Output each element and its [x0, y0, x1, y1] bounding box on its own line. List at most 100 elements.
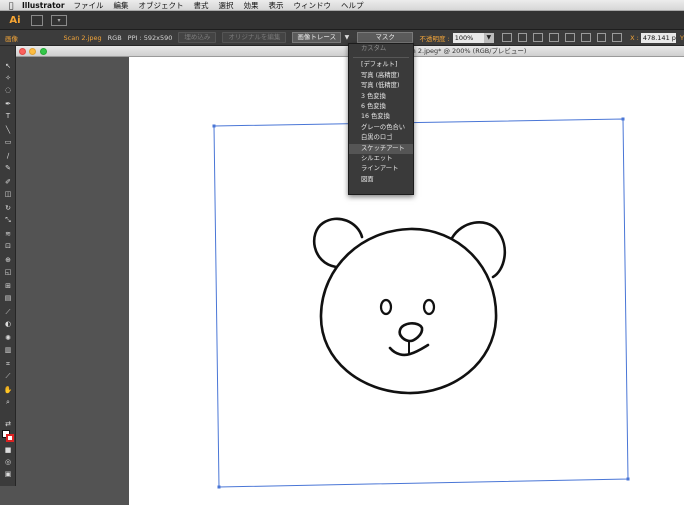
bounding-box-handle	[621, 117, 625, 121]
trace-preset-dropdown-icon[interactable]: ▼	[342, 34, 352, 41]
perspective-grid-tool-icon[interactable]: ◱	[3, 268, 13, 277]
menu-separator	[353, 57, 409, 59]
edit-original-button[interactable]: オリジナルを編集	[222, 32, 287, 43]
eraser-tool-icon[interactable]: ◫	[3, 190, 13, 199]
bear-sketch	[313, 217, 507, 395]
mask-button[interactable]: マスク	[356, 32, 414, 43]
trace-preset-shades-of-gray[interactable]: グレーの色合い	[349, 123, 413, 133]
opacity-input[interactable]: 100%	[452, 32, 484, 43]
x-position-input[interactable]: 478.141 p	[640, 32, 676, 43]
zoom-window-icon[interactable]	[40, 48, 47, 55]
rotate-tool-icon[interactable]: ↻	[3, 204, 13, 213]
align-middle-icon[interactable]	[580, 33, 591, 42]
application-bar: Ai ▾	[0, 11, 684, 30]
tools-panel: ↖ ✧ ◌ ✒ T ╲ ▭ ∕ ✎ ✐ ◫ ↻ ⤡ ≋ ⊡ ⊕ ◱ ⊞ ▤ ⟋ …	[0, 46, 16, 486]
menu-edit[interactable]: 編集	[114, 0, 129, 11]
bear-right-eye	[422, 298, 436, 316]
trace-preset-3-colors[interactable]: 3 色変換	[349, 92, 413, 102]
arrange-documents-icon[interactable]: ▾	[51, 14, 67, 26]
trace-preset-low-fidelity-photo[interactable]: 写真 (低精度)	[349, 81, 413, 91]
bounding-box-handle	[212, 124, 216, 128]
bridge-icon[interactable]	[31, 14, 43, 26]
opacity-label[interactable]: 不透明度 :	[419, 33, 449, 43]
trace-preset-6-colors[interactable]: 6 色変換	[349, 102, 413, 112]
linked-file-link[interactable]: Scan 2.jpeg	[64, 34, 102, 42]
fill-stroke-swatch[interactable]	[2, 430, 14, 442]
bounding-box-handle	[217, 485, 221, 489]
hand-tool-icon[interactable]: ✋	[3, 386, 13, 395]
bear-head	[319, 227, 498, 395]
align-bottom-icon[interactable]	[596, 33, 607, 42]
zoom-tool-icon[interactable]: ⌕	[3, 398, 13, 407]
mesh-tool-icon[interactable]: ⊞	[3, 282, 13, 291]
magic-wand-tool-icon[interactable]: ✧	[3, 74, 13, 83]
embed-button[interactable]: 埋め込み	[178, 32, 217, 43]
swap-fill-stroke-icon[interactable]: ⇄	[3, 420, 13, 429]
trace-preset-high-fidelity-photo[interactable]: 写真 (高精度)	[349, 71, 413, 81]
gradient-tool-icon[interactable]: ▤	[3, 294, 13, 303]
menu-type[interactable]: 書式	[194, 0, 209, 11]
paintbrush-tool-icon[interactable]: ∕	[3, 152, 13, 161]
column-graph-tool-icon[interactable]: ▥	[3, 346, 13, 355]
trace-preset-sketched-art[interactable]: スケッチアート	[349, 143, 413, 154]
menu-help[interactable]: ヘルプ	[341, 0, 364, 11]
close-window-icon[interactable]	[19, 48, 26, 55]
lasso-tool-icon[interactable]: ◌	[3, 86, 13, 95]
pencil-tool-icon[interactable]: ✎	[3, 164, 13, 173]
slice-tool-icon[interactable]: ⟋	[3, 372, 13, 381]
selection-tool-icon[interactable]: ↖	[3, 62, 13, 71]
menu-object[interactable]: オブジェクト	[139, 0, 184, 11]
trace-preset-menu: カスタム [デフォルト] 写真 (高精度) 写真 (低精度) 3 色変換 6 色…	[348, 43, 414, 195]
blob-brush-tool-icon[interactable]: ✐	[3, 178, 13, 187]
document-title: Scan 2.jpeg* @ 200% (RGB/プレビュー)	[400, 47, 527, 55]
scale-tool-icon[interactable]: ⤡	[3, 216, 13, 225]
type-tool-icon[interactable]: T	[3, 112, 13, 121]
trace-preset-custom: カスタム	[361, 45, 387, 52]
align-left-icon[interactable]	[517, 33, 528, 42]
blend-tool-icon[interactable]: ◐	[3, 320, 13, 329]
align-center-icon[interactable]	[533, 33, 544, 42]
color-mode-icon[interactable]: ■	[3, 446, 13, 455]
ai-logo: Ai	[9, 14, 21, 26]
pen-tool-icon[interactable]: ✒	[3, 100, 13, 109]
minimize-window-icon[interactable]	[29, 48, 36, 55]
app-menu[interactable]: Illustrator	[22, 1, 65, 10]
line-tool-icon[interactable]: ╲	[3, 126, 13, 135]
menu-select[interactable]: 選択	[219, 0, 234, 11]
bear-left-ear	[313, 217, 364, 269]
reference-point-icon[interactable]	[612, 33, 623, 42]
bear-right-ear	[450, 221, 507, 279]
trace-preset-silhouettes[interactable]: シルエット	[349, 154, 413, 164]
bounding-box-handle	[626, 477, 630, 481]
image-trace-button[interactable]: 画像トレース	[292, 32, 342, 43]
width-tool-icon[interactable]: ≋	[3, 230, 13, 239]
menu-view[interactable]: 表示	[269, 0, 284, 11]
apple-icon[interactable]: 	[0, 1, 22, 10]
y-label: Y	[679, 33, 684, 42]
drawing-mode-icon[interactable]: ◎	[3, 458, 13, 467]
trace-preset-black-white-logo[interactable]: 白黒のロゴ	[349, 133, 413, 143]
symbol-sprayer-tool-icon[interactable]: ✺	[3, 334, 13, 343]
eyedropper-tool-icon[interactable]: ⟋	[3, 308, 13, 317]
trace-preset-line-art[interactable]: ラインアート	[349, 164, 413, 174]
free-transform-tool-icon[interactable]: ⊡	[3, 242, 13, 251]
trace-preset-default[interactable]: [デフォルト]	[349, 60, 413, 70]
menu-effect[interactable]: 効果	[244, 0, 259, 11]
artboard-tool-icon[interactable]: ⌗	[3, 360, 13, 369]
image-bounding-box	[213, 118, 629, 488]
rectangle-tool-icon[interactable]: ▭	[3, 138, 13, 147]
trace-preset-16-colors[interactable]: 16 色変換	[349, 112, 413, 122]
align-right-icon[interactable]	[549, 33, 559, 42]
screen-mode-icon[interactable]: ▣	[3, 470, 13, 479]
align-top-icon[interactable]	[564, 33, 575, 42]
opacity-dropdown-icon[interactable]: ▼	[483, 32, 494, 43]
bear-nose	[398, 322, 424, 343]
shape-builder-tool-icon[interactable]: ⊕	[3, 256, 13, 265]
color-mode: RGB	[107, 33, 122, 42]
align-to-icon[interactable]	[501, 33, 512, 42]
menu-window[interactable]: ウィンドウ	[294, 0, 332, 11]
x-label: X :	[630, 33, 639, 42]
trace-preset-technical-drawing[interactable]: 図面	[349, 175, 413, 185]
ppi-readout: PPI : 592x590	[127, 33, 173, 42]
menu-file[interactable]: ファイル	[74, 0, 104, 11]
